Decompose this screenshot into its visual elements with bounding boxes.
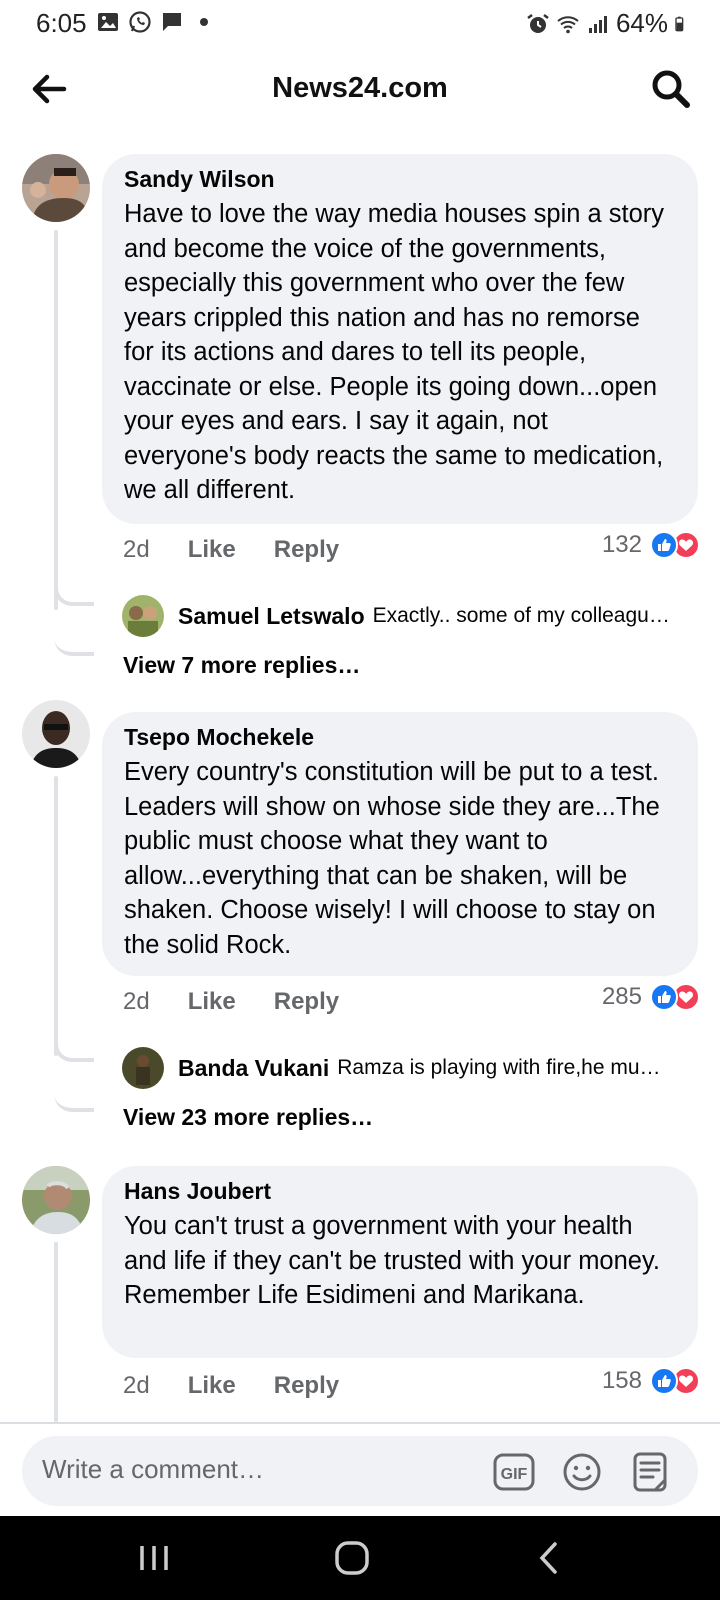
thread-line [54, 1242, 58, 1422]
reaction-count: 158 [601, 1367, 642, 1394]
emoji-icon[interactable] [560, 1450, 604, 1494]
comment-text: You can't trust a government with your h… [124, 1212, 660, 1309]
notification-icons [96, 10, 208, 34]
composer-divider [0, 1422, 720, 1424]
reaction-count: 132 [601, 531, 642, 558]
like-button[interactable]: Like [188, 1372, 236, 1400]
reply-button[interactable]: Reply [274, 988, 339, 1016]
reply-connector [54, 606, 94, 656]
gif-label: GIF [501, 1466, 528, 1483]
comment-actions: 2d Like Reply [123, 536, 339, 564]
sticker-icon[interactable] [628, 1450, 672, 1494]
message-icon [163, 13, 181, 31]
avatar[interactable] [22, 700, 90, 768]
reaction-icons [650, 531, 700, 559]
status-time: 6:05 [36, 8, 87, 38]
avatar[interactable] [22, 1166, 90, 1234]
battery-percentage: 64% [615, 8, 668, 38]
like-reaction-icon [650, 983, 678, 1011]
battery-icon [675, 16, 684, 31]
gallery-icon [98, 13, 118, 31]
thread-line [54, 230, 58, 610]
comment-composer: GIF [22, 1436, 698, 1506]
reply-author[interactable]: Banda Vukani [178, 1055, 329, 1082]
system-navigation-bar [0, 1516, 720, 1600]
top-app-bar: News24.com [0, 50, 720, 130]
comment-author[interactable]: Tsepo Mochekele [124, 724, 676, 751]
wifi-icon [557, 15, 579, 33]
comment-actions: 2d Like Reply [123, 1372, 339, 1400]
gif-button[interactable]: GIF [492, 1450, 536, 1494]
comment-age: 2d [123, 988, 150, 1015]
signal-icon [588, 15, 607, 33]
status-bar: 6:05 64% [0, 0, 720, 46]
comment-input[interactable] [42, 1454, 462, 1485]
comment-author[interactable]: Sandy Wilson [124, 166, 676, 193]
like-reaction-icon [650, 1367, 678, 1395]
reaction-summary[interactable]: 285 [602, 983, 700, 1011]
comment-age: 2d [123, 1372, 150, 1399]
reply-connector [54, 560, 94, 606]
like-button[interactable]: Like [188, 536, 236, 564]
comment-age: 2d [123, 536, 150, 563]
reply-button[interactable]: Reply [274, 536, 339, 564]
whatsapp-icon [129, 11, 151, 33]
avatar[interactable] [122, 1047, 164, 1089]
comment-bubble[interactable]: Tsepo Mochekele Every country's constitu… [102, 712, 698, 976]
reply-connector [54, 1062, 94, 1112]
reply-button[interactable]: Reply [274, 1372, 339, 1400]
reply-preview[interactable]: Samuel Letswalo Exactly.. some of my col… [122, 594, 702, 638]
reply-text: Ramza is playing with fire,he mu… [337, 1056, 661, 1079]
reply-author[interactable]: Samuel Letswalo [178, 603, 365, 630]
back-icon[interactable] [530, 1538, 570, 1578]
reply-preview[interactable]: Banda Vukani Ramza is playing with fire,… [122, 1046, 702, 1090]
reaction-count: 285 [601, 983, 642, 1010]
reaction-summary[interactable]: 158 [602, 1367, 700, 1395]
home-icon[interactable] [332, 1538, 372, 1578]
avatar[interactable] [22, 154, 90, 222]
alarm-icon [527, 13, 549, 33]
like-button[interactable]: Like [188, 988, 236, 1016]
reply-text: Exactly.. some of my colleagu… [372, 604, 670, 627]
reaction-icons [650, 1367, 700, 1395]
recent-apps-icon[interactable] [134, 1538, 174, 1578]
page-title: News24.com [272, 72, 448, 104]
reaction-icons [650, 983, 700, 1011]
reply-connector [54, 1010, 94, 1062]
search-icon[interactable] [648, 66, 694, 112]
reaction-summary[interactable]: 132 [602, 531, 700, 559]
avatar[interactable] [122, 595, 164, 637]
system-icons: 64% [526, 8, 690, 39]
view-more-replies-link[interactable]: View 7 more replies… [123, 652, 360, 679]
comment-author[interactable]: Hans Joubert [124, 1178, 676, 1205]
like-reaction-icon [650, 531, 678, 559]
comment-text: Have to love the way media houses spin a… [124, 200, 665, 504]
comment-actions: 2d Like Reply [123, 988, 339, 1016]
comment-text: Every country's constitution will be put… [124, 758, 660, 959]
comment-bubble[interactable]: Sandy Wilson Have to love the way media … [102, 154, 698, 524]
more-notifications-dot [200, 18, 208, 26]
comment-bubble[interactable]: Hans Joubert You can't trust a governmen… [102, 1166, 698, 1358]
view-more-replies-link[interactable]: View 23 more replies… [123, 1104, 373, 1131]
